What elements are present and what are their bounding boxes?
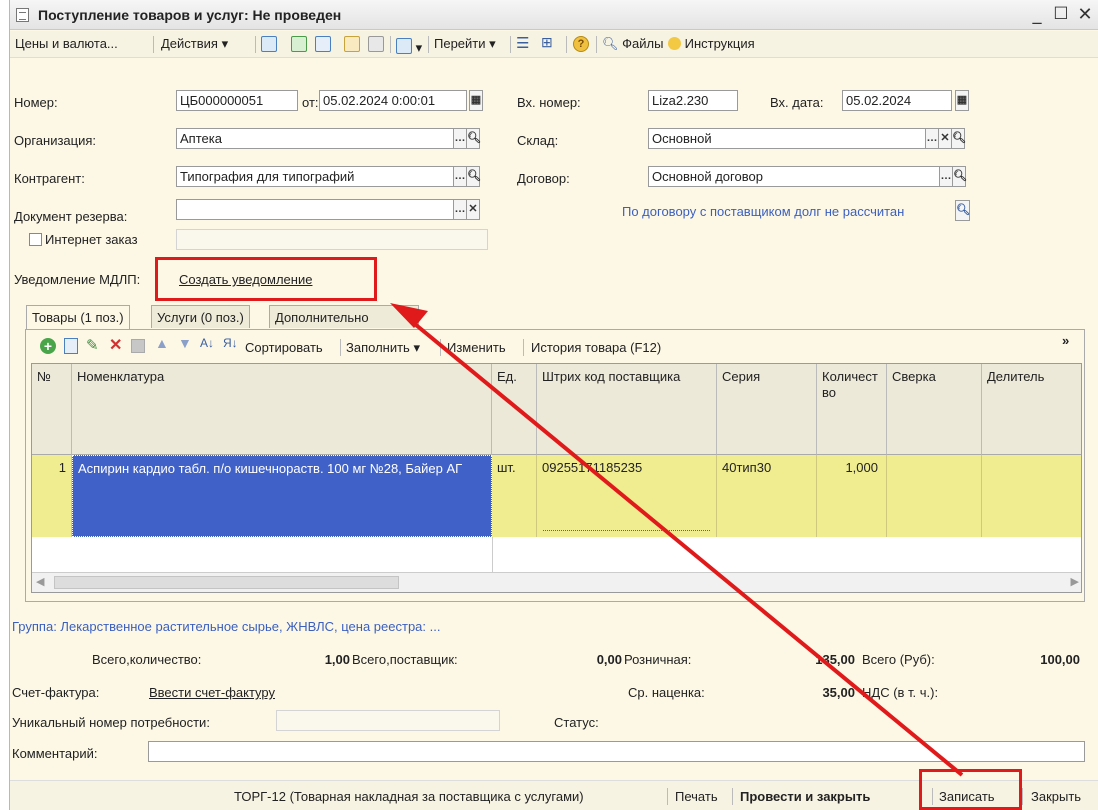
annotation-arrow [390, 303, 964, 777]
arrow-line [408, 318, 964, 777]
arrow-head [390, 303, 428, 328]
document-window: Поступление товаров и услуг: Не проведен… [9, 0, 1098, 810]
